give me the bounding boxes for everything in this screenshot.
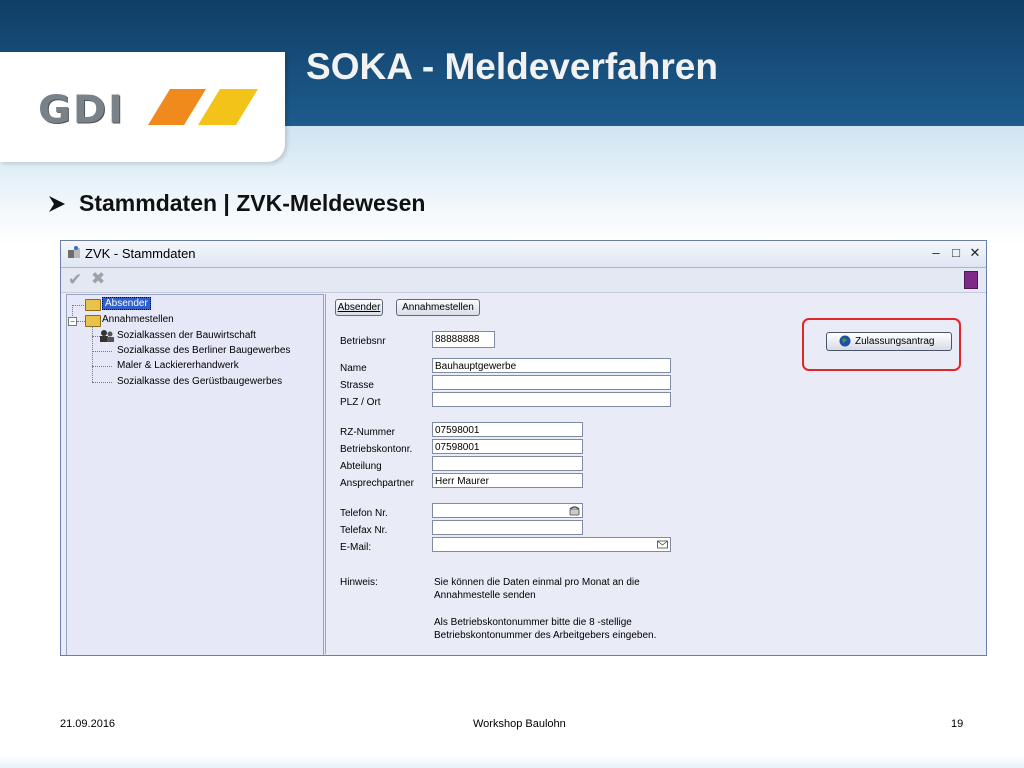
- window-toolbar: ✔ ✖: [61, 268, 986, 293]
- tree-connector: [72, 305, 84, 306]
- ansprechpartner-label: Ansprechpartner: [340, 478, 414, 489]
- navigation-tree: Absender − Annahmestellen Sozialkassen d…: [66, 294, 324, 655]
- hinweis-text-line-3: Als Betriebskontonummer bitte die 8 -ste…: [434, 617, 632, 628]
- strasse-input[interactable]: [432, 375, 671, 390]
- tree-item-sozialkassen-bau[interactable]: Sozialkassen der Bauwirtschaft: [117, 330, 256, 341]
- rz-nummer-input[interactable]: 07598001: [432, 422, 583, 437]
- betriebsnr-input[interactable]: 88888888: [432, 331, 495, 348]
- slide-title: SOKA - Meldeverfahren: [306, 46, 718, 87]
- ansprechpartner-input[interactable]: Herr Maurer: [432, 473, 583, 488]
- hinweis-label: Hinweis:: [340, 577, 378, 588]
- plz-ort-label: PLZ / Ort: [340, 397, 381, 408]
- footer-page-number: 19: [951, 718, 964, 730]
- envelope-icon[interactable]: [657, 539, 668, 550]
- user-group-icon: [100, 330, 114, 342]
- email-input[interactable]: [432, 537, 671, 552]
- maximize-button[interactable]: □: [948, 245, 964, 261]
- telefax-input[interactable]: [432, 520, 583, 535]
- tab-absender[interactable]: Absender: [335, 299, 383, 316]
- tree-connector: [92, 382, 112, 383]
- tree-item-maler[interactable]: Maler & Lackiererhandwerk: [117, 360, 239, 371]
- phone-icon[interactable]: [569, 505, 580, 516]
- gdi-logo: GDI: [38, 88, 125, 132]
- folder-icon: [85, 299, 101, 311]
- strasse-label: Strasse: [340, 380, 374, 391]
- footer-date: 21.09.2016: [60, 718, 116, 730]
- zulassungsantrag-label: Zulassungsantrag: [855, 336, 935, 347]
- email-label: E-Mail:: [340, 542, 372, 553]
- name-label: Name: [340, 363, 367, 374]
- book-icon[interactable]: [964, 271, 978, 289]
- globe-icon: [839, 335, 851, 347]
- tree-connector: [92, 326, 93, 382]
- hinweis-text-line-4: Betriebskontonummer des Arbeitgebers ein…: [434, 630, 657, 641]
- abteilung-input[interactable]: [432, 456, 583, 471]
- betriebskontonr-input[interactable]: 07598001: [432, 439, 583, 454]
- footer-center: Workshop Baulohn: [473, 718, 566, 730]
- telefon-label: Telefon Nr.: [340, 508, 388, 519]
- tree-item-berliner[interactable]: Sozialkasse des Berliner Baugewerbes: [117, 345, 290, 356]
- window-title: ZVK - Stammdaten: [85, 246, 196, 261]
- betriebskontonr-label: Betriebskontonr.: [340, 444, 413, 455]
- close-button[interactable]: ✕: [967, 245, 983, 261]
- logo-stripes-icon: [148, 89, 258, 125]
- abteilung-label: Abteilung: [340, 461, 382, 472]
- window-titlebar[interactable]: ZVK - Stammdaten – □ ✕: [61, 241, 986, 268]
- checkmark-icon[interactable]: ✔: [68, 270, 82, 290]
- zulassungsantrag-button[interactable]: Zulassungsantrag: [826, 332, 952, 351]
- tree-connector: [77, 321, 85, 322]
- rz-nummer-label: RZ-Nummer: [340, 427, 395, 438]
- bullet-arrow-icon: [49, 196, 65, 212]
- footer-band: [0, 755, 1024, 768]
- tab-annahmestellen[interactable]: Annahmestellen: [396, 299, 480, 316]
- open-folder-icon: [85, 315, 101, 327]
- collapse-toggle[interactable]: −: [68, 317, 77, 326]
- app-icon: [68, 246, 80, 258]
- hinweis-text-line-2: Annahmestelle senden: [434, 590, 536, 601]
- hinweis-text-line-1: Sie können die Daten einmal pro Monat an…: [434, 577, 640, 588]
- tree-item-annahmestellen[interactable]: Annahmestellen: [102, 314, 174, 325]
- plz-ort-input[interactable]: [432, 392, 671, 407]
- x-icon[interactable]: ✖: [91, 269, 105, 289]
- slide-bullet: Stammdaten | ZVK-Meldewesen: [79, 190, 426, 216]
- telefax-label: Telefax Nr.: [340, 525, 388, 536]
- name-input[interactable]: Bauhauptgewerbe: [432, 358, 671, 373]
- minimize-button[interactable]: –: [928, 245, 944, 261]
- tree-connector: [92, 366, 112, 367]
- betriebsnr-label: Betriebsnr: [340, 336, 386, 347]
- telefon-input[interactable]: [432, 503, 583, 518]
- form-panel: Absender Annahmestellen Zulassungsantrag…: [325, 294, 986, 654]
- zvk-stammdaten-window: ZVK - Stammdaten – □ ✕ ✔ ✖ Absender − An…: [60, 240, 987, 656]
- tree-item-absender[interactable]: Absender: [102, 297, 151, 310]
- tree-connector: [92, 351, 112, 352]
- tree-item-geruestbau[interactable]: Sozialkasse des Gerüstbaugewerbes: [117, 376, 282, 387]
